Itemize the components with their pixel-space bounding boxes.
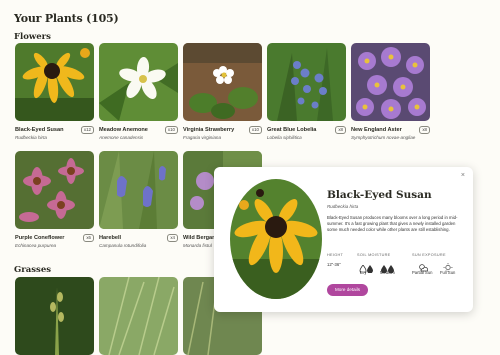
plant-card[interactable]: Meadow Anemone x10 Anemone canadensis xyxy=(99,43,178,140)
plant-photo xyxy=(99,43,178,121)
plant-latin-name: Symphyotrichum novae-angliae xyxy=(351,135,416,140)
plant-name: Harebell xyxy=(99,234,122,241)
plant-name: Great Blue Lobelia xyxy=(267,126,317,133)
plant-detail-panel: × Black-Eyed Susan Rudbeckia hirta Black… xyxy=(214,167,473,312)
detail-plant-photo xyxy=(230,179,322,299)
plant-card[interactable]: Purple Coneflower x6 Echinacea purpurea xyxy=(15,151,94,248)
plant-card[interactable]: New England Aster x8 Symphyotrichum novae… xyxy=(351,43,430,140)
quantity-badge: x8 xyxy=(419,125,430,134)
plant-latin-name: Campanula rotundifolia xyxy=(99,243,147,248)
plant-photo xyxy=(267,43,346,121)
plant-photo xyxy=(15,43,94,121)
soil-moisture-dry: Dry xyxy=(360,270,367,275)
detail-title: Black-Eyed Susan xyxy=(327,189,432,201)
droplet-medium-icon xyxy=(380,260,396,278)
plant-name: New England Aster xyxy=(351,126,402,133)
more-details-button[interactable]: More details xyxy=(327,284,368,296)
quantity-badge: x12 xyxy=(80,125,94,134)
quantity-badge: x4 xyxy=(167,233,178,242)
detail-description: Black-Eyed Susan produces many blooms ov… xyxy=(327,215,458,232)
page-title: Your Plants (105) xyxy=(14,12,119,25)
plant-name: Black-Eyed Susan xyxy=(15,126,64,133)
sun-partial: Partial Sun xyxy=(412,270,433,275)
sun-full: Full Sun xyxy=(440,270,456,275)
soil-moisture-label: SOIL MOISTURE xyxy=(357,253,391,257)
quantity-badge: x10 xyxy=(248,125,262,134)
plant-photo xyxy=(15,151,94,229)
droplet-dry-icon xyxy=(359,260,375,278)
plant-name: Virginia Strawberry xyxy=(183,126,235,133)
quantity-badge: x8 xyxy=(335,125,346,134)
plant-photo xyxy=(15,277,94,355)
plant-latin-name: Echinacea purpurea xyxy=(15,243,57,248)
plant-card[interactable]: Harebell x4 Campanula rotundifolia xyxy=(99,151,178,248)
section-title-grasses: Grasses xyxy=(14,265,52,275)
quantity-badge: x10 xyxy=(164,125,178,134)
plant-card[interactable]: Black-Eyed Susan x12 Rudbeckia hirta xyxy=(15,43,94,140)
plant-photo xyxy=(183,43,262,121)
plant-name: Wild Bergam xyxy=(183,234,218,241)
plant-name: Meadow Anemone xyxy=(99,126,148,133)
plant-photo xyxy=(351,43,430,121)
soil-moisture-medium: Medium xyxy=(380,270,395,275)
plant-photo xyxy=(99,277,178,355)
plant-photo xyxy=(99,151,178,229)
detail-latin-name: Rudbeckia hirta xyxy=(327,204,359,209)
plant-card[interactable] xyxy=(99,277,178,355)
plant-latin-name: Lobelia siphilitica xyxy=(267,135,302,140)
plant-card[interactable]: Great Blue Lobelia x8 Lobelia siphilitica xyxy=(267,43,346,140)
close-icon[interactable]: × xyxy=(461,172,465,179)
plant-latin-name: Anemone canadensis xyxy=(99,135,144,140)
plant-latin-name: Fragaria virginiana xyxy=(183,135,222,140)
height-value: 12"-36" xyxy=(327,262,341,267)
plant-latin-name: Rudbeckia hirta xyxy=(15,135,47,140)
height-label: HEIGHT xyxy=(327,253,344,257)
quantity-badge: x6 xyxy=(83,233,94,242)
plant-card[interactable]: Virginia Strawberry x10 Fragaria virginia… xyxy=(183,43,262,140)
plant-name: Purple Coneflower xyxy=(15,234,65,241)
section-title-flowers: Flowers xyxy=(14,32,51,42)
plant-card[interactable] xyxy=(15,277,94,355)
sun-exposure-label: SUN EXPOSURE xyxy=(412,253,446,257)
